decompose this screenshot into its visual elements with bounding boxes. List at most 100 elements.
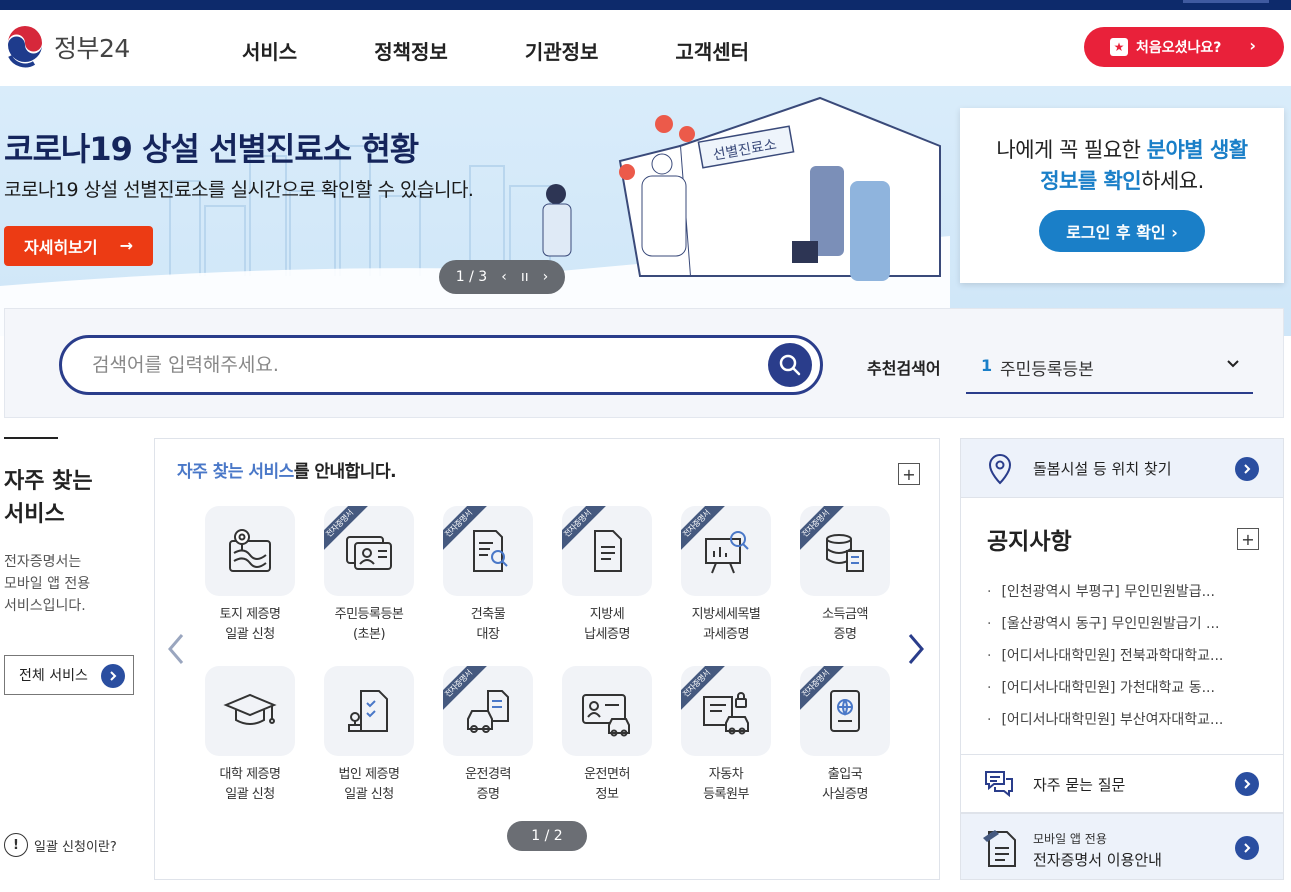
notice-item[interactable]: [울산광역시 동구] 무인민원발급기 ... <box>987 608 1267 640</box>
service-land-certificate[interactable]: 토지 제증명 일괄 신청 <box>204 506 296 645</box>
nav-policy[interactable]: 정책정보 <box>374 36 448 65</box>
frequent-services-panel: 자주 찾는 서비스를 안내합니다. + 토지 제증명 일괄 신청 전자증명서 주… <box>154 438 940 880</box>
promo-highlight-1: 분야별 생활 <box>1146 138 1248 162</box>
bulk-help-label: 일괄 신청이란? <box>34 839 117 855</box>
service-driving-record[interactable]: 전자증명서 운전경력 증명 <box>442 666 534 805</box>
services-prev-button[interactable] <box>163 629 189 669</box>
chevron-right-icon[interactable]: › <box>543 269 549 285</box>
top-strip-accent <box>1183 0 1269 3</box>
nav-services[interactable]: 서비스 <box>242 36 297 65</box>
first-visit-button[interactable]: ★ 처음오셨나요? › <box>1084 27 1284 67</box>
service-building-register[interactable]: 전자증명서 건축물 대장 <box>442 506 534 645</box>
location-pin-icon <box>988 453 1012 485</box>
top-strip <box>0 0 1291 10</box>
faq-link[interactable]: 자주 묻는 질문 <box>960 755 1284 813</box>
service-label: 운전면허 정보 <box>584 767 630 802</box>
recommend-keyword-select[interactable]: 1 주민등록등본 <box>966 342 1253 394</box>
first-visit-label: 처음오셨나요? <box>1136 40 1222 56</box>
chat-bubbles-icon <box>985 771 1013 798</box>
login-check-button[interactable]: 로그인 후 확인 › <box>1039 210 1205 252</box>
care-facility-finder[interactable]: 돌봄시설 등 위치 찾기 <box>960 438 1284 498</box>
svc-icon-bg: 전자증명서 <box>800 506 890 596</box>
more-services-button[interactable]: + <box>898 463 920 485</box>
services-next-button[interactable] <box>903 629 929 669</box>
service-corporate-certificate[interactable]: 법인 제증명 일괄 신청 <box>323 666 415 805</box>
service-license-info[interactable]: 운전면허 정보 <box>561 666 653 805</box>
chevron-right-icon <box>101 664 125 688</box>
ecert-guide-label: 전자증명서 이용안내 <box>1033 851 1162 869</box>
all-services-label: 전체 서비스 <box>19 668 88 684</box>
services-pager: 1 / 2 <box>507 821 587 851</box>
service-university-certificate[interactable]: 대학 제증명 일괄 신청 <box>204 666 296 805</box>
svc-icon-bg <box>324 666 414 756</box>
notice-item[interactable]: [인천광역시 부평구] 무인민원발급... <box>987 576 1267 608</box>
mobile-ecert-guide[interactable]: 모바일 앱 전용 전자증명서 이용안내 <box>960 813 1284 880</box>
recommend-label: 추천검색어 <box>867 359 941 378</box>
service-local-tax-item[interactable]: 전자증명서 지방세세목별 과세증명 <box>680 506 772 645</box>
notice-item[interactable]: [어디서나대학민원] 부산여자대학교... <box>987 704 1267 736</box>
main-nav: 서비스 정책정보 기관정보 고객센터 <box>242 36 826 65</box>
document-search-icon <box>473 530 508 572</box>
bulk-apply-help[interactable]: ! 일괄 신청이란? <box>4 833 117 857</box>
document-icon <box>594 530 622 572</box>
logo[interactable]: 정부24 <box>4 26 130 68</box>
chevron-right-icon <box>1235 836 1259 860</box>
notice-title: 공지사항 <box>987 529 1072 555</box>
svc-icon-bg: 전자증명서 <box>443 506 533 596</box>
promo-text-1: 나에게 꼭 필요한 <box>996 138 1147 162</box>
nav-support[interactable]: 고객센터 <box>675 36 749 65</box>
frequent-intro: 자주 찾는 서비스 전자증명서는 모바일 앱 전용 서비스입니다. 전체 서비스… <box>0 437 145 892</box>
plus-icon: + <box>1241 529 1255 549</box>
notice-item[interactable]: [어디서나대학민원] 전북과학대학교... <box>987 640 1267 672</box>
service-vehicle-register[interactable]: 전자증명서 자동차 등록원부 <box>680 666 772 805</box>
pause-icon[interactable]: ıı <box>521 269 529 285</box>
stamp-checklist-icon <box>348 690 388 732</box>
login-promo-message: 나에게 꼭 필요한 분야별 생활 정보를 확인하세요. <box>960 135 1284 197</box>
frequent-desc-line: 서비스입니다. <box>4 598 86 614</box>
svc-icon-bg <box>205 666 295 756</box>
search-section: 추천검색어 1 주민등록등본 <box>4 308 1284 418</box>
more-notices-button[interactable]: + <box>1237 528 1259 550</box>
notice-list: [인천광역시 부평구] 무인민원발급... [울산광역시 동구] 무인민원발급기… <box>987 576 1267 736</box>
frequent-title: 자주 찾는 서비스 <box>4 465 93 531</box>
taegeuk-logo-icon <box>5 26 45 68</box>
services-heading: 자주 찾는 서비스를 안내합니다. <box>177 457 397 482</box>
search-input[interactable] <box>92 350 742 380</box>
service-label: 지방세 납세증명 <box>584 607 630 642</box>
svc-icon-bg: 전자증명서 <box>324 506 414 596</box>
service-label: 건축물 대장 <box>470 607 506 642</box>
passport-icon <box>830 690 860 732</box>
notice-item[interactable]: [어디서나대학민원] 가천대학교 동... <box>987 672 1267 704</box>
section-divider <box>4 437 58 439</box>
service-resident-register[interactable]: 전자증명서 주민등록등본 (초본) <box>323 506 415 645</box>
frequent-desc-line: 모바일 앱 전용 <box>4 576 91 592</box>
nav-agency[interactable]: 기관정보 <box>525 36 599 65</box>
care-finder-label: 돌봄시설 등 위치 찾기 <box>1033 460 1172 478</box>
notice-panel: 공지사항 + [인천광역시 부평구] 무인민원발급... [울산광역시 동구] … <box>960 498 1284 755</box>
services-heading-rest: 를 안내합니다. <box>293 462 397 482</box>
id-card-icon <box>346 536 392 570</box>
frequent-desc-line: 전자증명서는 <box>4 554 82 570</box>
services-heading-highlight: 자주 찾는 서비스 <box>177 462 294 482</box>
frequent-title-line2: 서비스 <box>4 502 65 527</box>
service-label: 출입국 사실증명 <box>822 767 868 802</box>
service-local-tax-payment[interactable]: 전자증명서 지방세 납세증명 <box>561 506 653 645</box>
service-label: 소득금액 증명 <box>822 607 868 642</box>
search-button[interactable] <box>768 343 812 387</box>
svc-icon-bg: 전자증명서 <box>681 506 771 596</box>
service-immigration-record[interactable]: 전자증명서 출입국 사실증명 <box>799 666 891 805</box>
car-document-icon <box>467 690 509 733</box>
service-income-certificate[interactable]: 전자증명서 소득금액 증명 <box>799 506 891 645</box>
frequent-title-line1: 자주 찾는 <box>4 469 93 494</box>
login-promo-card: 나에게 꼭 필요한 분야별 생활 정보를 확인하세요. 로그인 후 확인 › <box>960 108 1284 283</box>
detail-button-label: 자세히보기 <box>24 238 98 257</box>
service-label: 주민등록등본 (초본) <box>334 607 404 642</box>
detail-button[interactable]: 자세히보기 → <box>4 226 153 266</box>
chevron-right-icon <box>908 634 924 664</box>
arrow-right-icon: → <box>119 236 133 255</box>
all-services-button[interactable]: 전체 서비스 <box>4 655 134 695</box>
logo-text: 정부24 <box>54 34 130 63</box>
info-exclamation-icon: ! <box>4 833 28 857</box>
chevron-left-icon[interactable]: ‹ <box>501 269 507 285</box>
recommend-rank: 1 <box>981 356 993 375</box>
